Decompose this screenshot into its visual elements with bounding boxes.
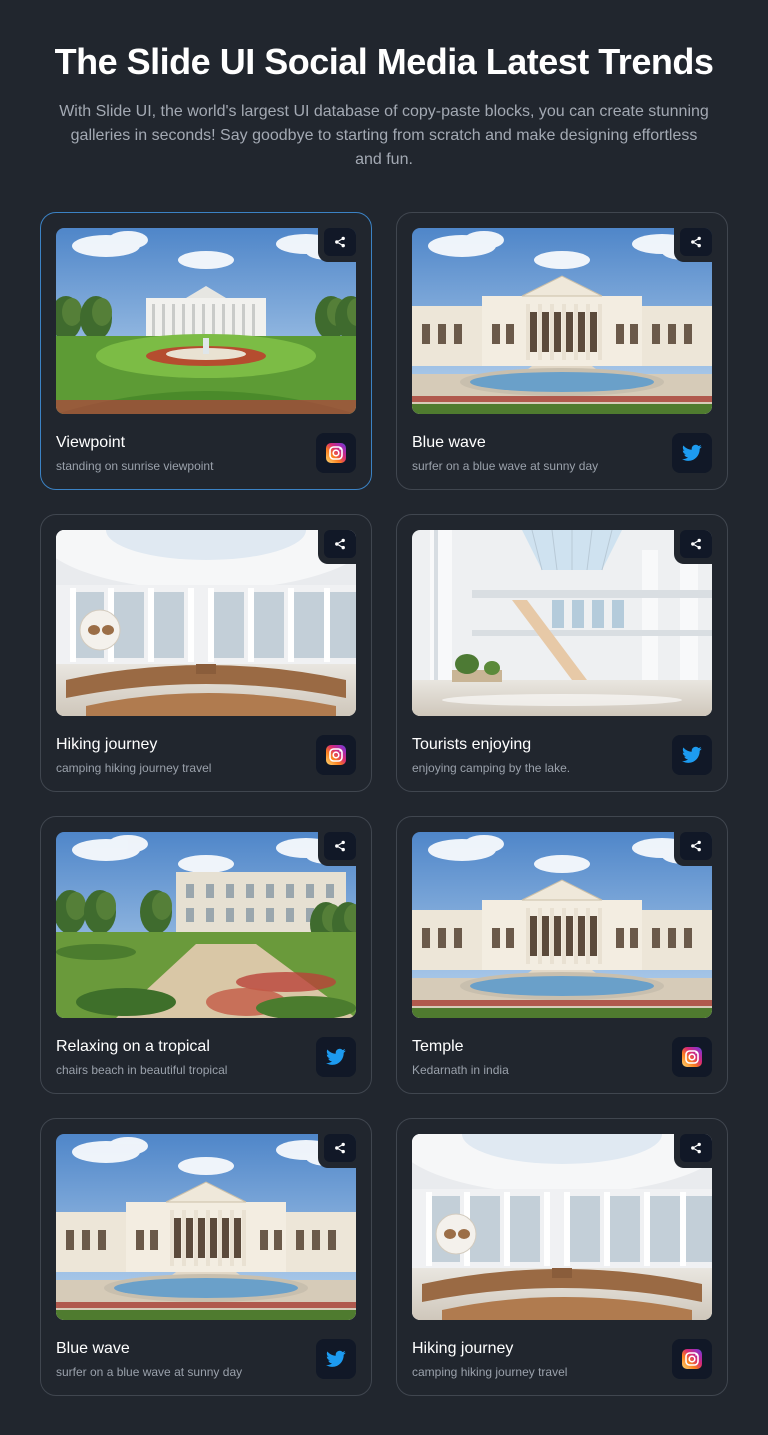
card-info: Temple Kedarnath in india (412, 1036, 712, 1086)
share-button[interactable] (324, 530, 356, 558)
share-button[interactable] (680, 530, 712, 558)
gallery-page: The Slide UI Social Media Latest Trends … (0, 0, 768, 1435)
instagram-button[interactable] (672, 1037, 712, 1077)
gallery-card[interactable]: Viewpoint standing on sunrise viewpoint (40, 212, 372, 490)
card-info: Hiking journey camping hiking journey tr… (56, 734, 356, 784)
twitter-icon (326, 1350, 346, 1367)
share-button[interactable] (680, 1134, 712, 1162)
scene-illustration (412, 1134, 712, 1320)
page-subtitle: With Slide UI, the world's largest UI da… (59, 103, 709, 168)
twitter-button[interactable] (672, 735, 712, 775)
share-button[interactable] (324, 228, 356, 256)
card-image (56, 228, 356, 414)
gallery-card[interactable]: Hiking journey camping hiking journey tr… (396, 1118, 728, 1396)
share-icon (335, 538, 345, 550)
twitter-button[interactable] (672, 433, 712, 473)
share-notch (674, 832, 712, 866)
gallery-card[interactable]: Temple Kedarnath in india (396, 816, 728, 1094)
card-description: camping hiking journey travel (412, 1365, 568, 1379)
gallery-card[interactable]: Blue wave surfer on a blue wave at sunny… (40, 1118, 372, 1396)
share-notch (674, 530, 712, 564)
twitter-icon (326, 1048, 346, 1065)
scene-illustration (56, 832, 356, 1018)
card-title: Hiking journey (412, 1340, 514, 1357)
share-icon (335, 1142, 345, 1154)
card-description: camping hiking journey travel (56, 761, 212, 775)
card-title: Relaxing on a tropical (56, 1038, 210, 1055)
card-description: chairs beach in beautiful tropical (56, 1063, 228, 1077)
share-icon (691, 840, 701, 852)
card-info: Blue wave surfer on a blue wave at sunny… (412, 432, 712, 482)
share-button[interactable] (324, 832, 356, 860)
card-title: Temple (412, 1038, 464, 1055)
twitter-button[interactable] (316, 1037, 356, 1077)
scene-illustration (56, 228, 356, 414)
instagram-button[interactable] (316, 735, 356, 775)
card-title: Hiking journey (56, 736, 158, 753)
card-description: Kedarnath in india (412, 1063, 509, 1077)
scene-illustration (412, 832, 712, 1018)
card-description: surfer on a blue wave at sunny day (56, 1365, 243, 1379)
instagram-icon (682, 1047, 702, 1067)
scene-illustration (412, 228, 712, 414)
card-title: Viewpoint (56, 434, 126, 451)
card-description: standing on sunrise viewpoint (56, 459, 214, 473)
share-icon (335, 236, 345, 248)
share-icon (335, 840, 345, 852)
card-image (56, 832, 356, 1018)
card-title: Blue wave (412, 434, 486, 451)
share-notch (674, 1134, 712, 1168)
card-image (56, 1134, 356, 1320)
share-icon (691, 538, 701, 550)
share-notch (318, 1134, 356, 1168)
instagram-button[interactable] (316, 433, 356, 473)
gallery-card[interactable]: Relaxing on a tropical chairs beach in b… (40, 816, 372, 1094)
card-info: Viewpoint standing on sunrise viewpoint (56, 432, 356, 482)
instagram-icon (682, 1349, 702, 1369)
card-title: Tourists enjoying (412, 736, 532, 753)
share-button[interactable] (324, 1134, 356, 1162)
share-notch (318, 228, 356, 262)
card-title: Blue wave (56, 1340, 130, 1357)
card-description: surfer on a blue wave at sunny day (412, 459, 599, 473)
share-notch (674, 228, 712, 262)
card-info: Hiking journey camping hiking journey tr… (412, 1338, 712, 1388)
card-image (412, 530, 712, 716)
card-info: Relaxing on a tropical chairs beach in b… (56, 1036, 356, 1086)
instagram-icon (326, 443, 346, 463)
card-info: Blue wave surfer on a blue wave at sunny… (56, 1338, 356, 1388)
card-image (56, 530, 356, 716)
instagram-icon (326, 745, 346, 765)
instagram-button[interactable] (672, 1339, 712, 1379)
share-notch (318, 530, 356, 564)
card-image (412, 228, 712, 414)
share-button[interactable] (680, 228, 712, 256)
twitter-button[interactable] (316, 1339, 356, 1379)
share-button[interactable] (680, 832, 712, 860)
scene-illustration (56, 1134, 356, 1320)
card-description: enjoying camping by the lake. (412, 761, 571, 775)
gallery-card[interactable]: Hiking journey camping hiking journey tr… (40, 514, 372, 792)
share-notch (318, 832, 356, 866)
card-image (412, 832, 712, 1018)
twitter-icon (682, 746, 702, 763)
twitter-icon (682, 444, 702, 461)
card-info: Tourists enjoying enjoying camping by th… (412, 734, 712, 784)
gallery-card[interactable]: Blue wave surfer on a blue wave at sunny… (396, 212, 728, 490)
page-header: The Slide UI Social Media Latest Trends … (0, 0, 768, 172)
share-icon (691, 236, 701, 248)
gallery-card[interactable]: Tourists enjoying enjoying camping by th… (396, 514, 728, 792)
share-icon (691, 1142, 701, 1154)
page-title: The Slide UI Social Media Latest Trends (54, 41, 714, 82)
scene-illustration (56, 530, 356, 716)
card-image (412, 1134, 712, 1320)
card-grid: Viewpoint standing on sunrise viewpoint (40, 212, 728, 1396)
scene-illustration (412, 530, 712, 716)
